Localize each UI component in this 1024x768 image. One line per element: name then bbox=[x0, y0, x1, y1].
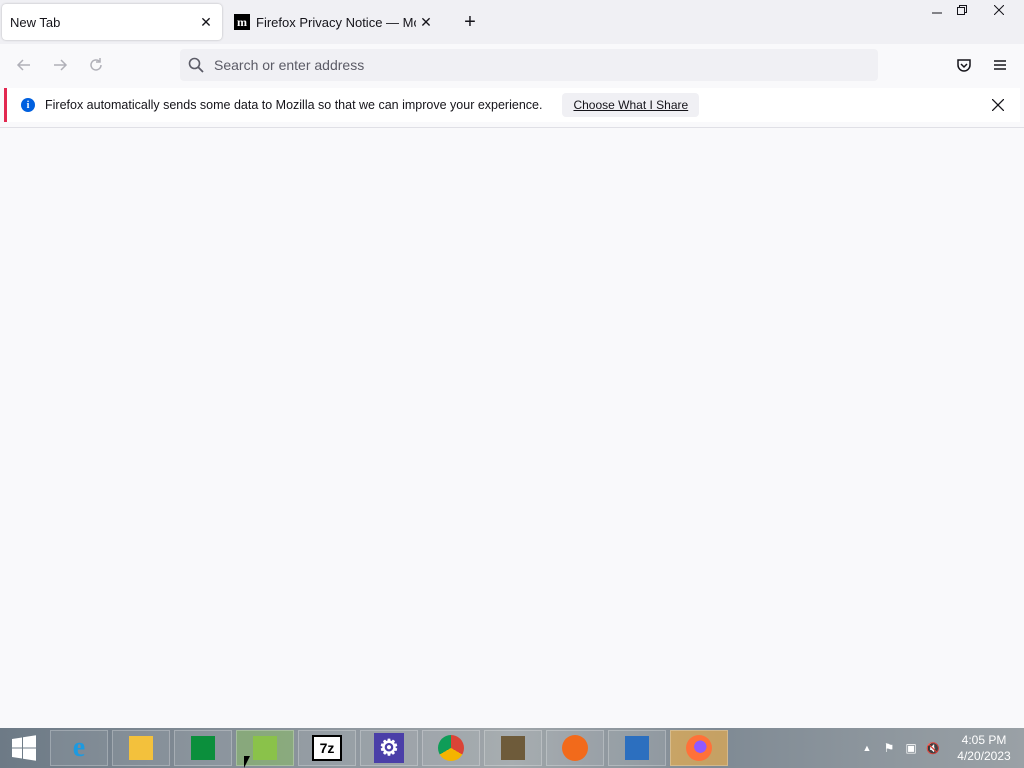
choose-what-i-share-button[interactable]: Choose What I Share bbox=[562, 93, 700, 117]
data-collection-notification: i Firefox automatically sends some data … bbox=[4, 88, 1020, 122]
volume-muted-icon[interactable]: 🔇 bbox=[922, 738, 944, 758]
chrome-icon bbox=[438, 735, 464, 761]
reload-button[interactable] bbox=[84, 53, 108, 77]
clock-date: 4/20/2023 bbox=[957, 749, 1011, 763]
network-icon[interactable]: ▣ bbox=[900, 738, 922, 758]
restore-button[interactable] bbox=[947, 0, 977, 20]
forward-arrow-icon bbox=[54, 59, 68, 71]
settings-gear-icon: ⚙ bbox=[374, 733, 404, 763]
notification-message: Firefox automatically sends some data to… bbox=[45, 98, 543, 112]
taskbar-app-button[interactable]: e bbox=[50, 730, 108, 766]
close-tab-icon[interactable]: ✕ bbox=[196, 12, 216, 32]
clock-time: 4:05 PM bbox=[961, 733, 1007, 747]
avast-icon bbox=[562, 735, 588, 761]
hamburger-menu-icon bbox=[994, 60, 1006, 70]
file-explorer-icon bbox=[129, 736, 153, 760]
pocket-icon bbox=[957, 59, 971, 72]
seven-zip-icon: 7z bbox=[312, 735, 342, 761]
mozilla-favicon-icon: m bbox=[234, 14, 250, 30]
close-tab-icon[interactable]: ✕ bbox=[416, 12, 436, 32]
search-icon bbox=[188, 57, 204, 73]
action-center-flag-icon[interactable]: ⚑ bbox=[878, 738, 900, 758]
close-icon bbox=[994, 5, 1004, 15]
taskbar-app-button[interactable] bbox=[174, 730, 232, 766]
archive-icon bbox=[501, 736, 525, 760]
back-arrow-icon bbox=[16, 59, 30, 71]
taskbar-app-button[interactable]: 7z bbox=[298, 730, 356, 766]
tab-new-tab[interactable]: New Tab ✕ bbox=[2, 4, 222, 40]
taskbar-app-button[interactable] bbox=[608, 730, 666, 766]
close-icon bbox=[992, 99, 1004, 111]
windows-logo-icon bbox=[12, 735, 36, 761]
navigation-toolbar bbox=[0, 44, 1024, 86]
tab-firefox-privacy-notice[interactable]: m Firefox Privacy Notice — Mozilla ✕ bbox=[226, 4, 442, 40]
taskbar-app-button[interactable] bbox=[422, 730, 480, 766]
restore-icon bbox=[957, 5, 967, 15]
system-tray: ▲ ⚑ ▣ 🔇 4:05 PM 4/20/2023 bbox=[856, 728, 1024, 768]
internet-explorer-icon: e bbox=[72, 732, 86, 763]
windows-taskbar: e 7z ⚙ ▲ ⚑ ▣ 🔇 4:05 PM 4/20/2023 bbox=[0, 728, 1024, 768]
back-button[interactable] bbox=[12, 53, 36, 77]
notification-close-button[interactable] bbox=[988, 95, 1008, 115]
notepad-plus-plus-icon bbox=[253, 736, 277, 760]
start-button[interactable] bbox=[0, 728, 48, 768]
taskbar-app-button[interactable] bbox=[546, 730, 604, 766]
address-bar[interactable] bbox=[180, 49, 878, 81]
pocket-button[interactable] bbox=[952, 53, 976, 77]
tab-label: New Tab bbox=[10, 14, 61, 30]
taskbar-app-button[interactable]: ⚙ bbox=[360, 730, 418, 766]
clock[interactable]: 4:05 PM 4/20/2023 bbox=[944, 732, 1024, 764]
firefox-icon bbox=[686, 735, 712, 761]
tab-strip: New Tab ✕ m Firefox Privacy Notice — Moz… bbox=[0, 0, 1024, 44]
page-content[interactable] bbox=[0, 128, 1024, 728]
button-label: Choose What I Share bbox=[573, 98, 689, 112]
taskbar-app-button[interactable] bbox=[670, 730, 728, 766]
address-input[interactable] bbox=[212, 56, 816, 74]
tab-label: Firefox Privacy Notice — Mozilla bbox=[256, 14, 416, 30]
new-tab-button[interactable]: + bbox=[458, 10, 482, 34]
app-menu-button[interactable] bbox=[988, 53, 1012, 77]
store-icon bbox=[191, 736, 215, 760]
minimize-icon bbox=[932, 12, 942, 14]
show-hidden-icons-chevron-icon[interactable]: ▲ bbox=[856, 738, 878, 758]
close-window-button[interactable] bbox=[984, 0, 1014, 20]
forward-button[interactable] bbox=[48, 53, 72, 77]
reload-icon bbox=[90, 58, 102, 71]
info-icon: i bbox=[21, 98, 35, 112]
taskbar-app-button[interactable] bbox=[484, 730, 542, 766]
malwarebytes-icon bbox=[625, 736, 649, 760]
taskbar-app-button[interactable] bbox=[112, 730, 170, 766]
mouse-cursor bbox=[244, 756, 253, 768]
